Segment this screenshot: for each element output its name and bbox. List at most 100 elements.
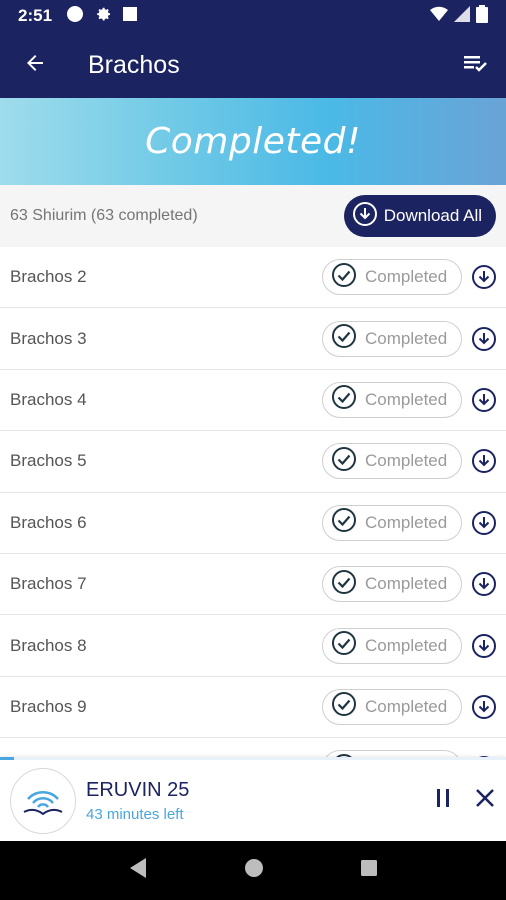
list-item[interactable]: Brachos 4 Completed [0, 370, 506, 432]
circle-icon [66, 5, 84, 28]
summary-row: 63 Shiurim (63 completed) Download All [0, 185, 506, 247]
item-title: Brachos 3 [10, 328, 87, 348]
check-circle-icon [331, 569, 357, 600]
summary-text: 63 Shiurim (63 completed) [10, 207, 198, 224]
download-circle-icon [472, 387, 496, 412]
download-button[interactable] [462, 448, 506, 474]
close-icon [476, 789, 494, 807]
wifi-icon [430, 6, 448, 27]
item-title: Brachos 5 [10, 451, 87, 471]
list-item[interactable]: Brachos 8 Completed [0, 615, 506, 677]
completed-banner: Completed! [0, 98, 506, 185]
check-circle-icon [331, 323, 357, 354]
download-circle-icon [472, 633, 496, 658]
completed-label: Completed [365, 328, 448, 348]
list-item[interactable]: Brachos 5 Completed [0, 431, 506, 493]
item-title: Brachos 7 [10, 574, 87, 594]
player-title: ERUVIN 25 [86, 778, 190, 801]
download-button[interactable] [462, 694, 506, 720]
download-circle-icon [472, 694, 496, 719]
download-circle-icon [472, 572, 496, 597]
broadcast-book-icon [23, 790, 63, 815]
download-button[interactable] [462, 633, 506, 659]
completed-label: Completed [365, 635, 448, 655]
download-all-label: Download All [383, 206, 482, 225]
player-time-left: 43 minutes left [86, 805, 184, 823]
check-circle-icon [331, 384, 357, 415]
completed-toggle[interactable]: Completed [322, 688, 462, 725]
completed-toggle[interactable]: Completed [322, 443, 462, 480]
list-item[interactable]: Brachos 6 Completed [0, 493, 506, 554]
app-bar: Brachos [0, 32, 506, 98]
back-button[interactable] [0, 32, 70, 98]
completed-toggle[interactable]: Completed [322, 504, 462, 541]
completed-toggle[interactable] [322, 750, 462, 757]
mini-player[interactable]: ERUVIN 25 43 minutes left [0, 757, 506, 841]
player-progress-bar [0, 757, 14, 760]
download-circle-icon [472, 510, 496, 535]
completed-label: Completed [365, 451, 448, 471]
download-circle-icon [472, 265, 496, 290]
check-circle-icon [331, 507, 357, 538]
download-button[interactable] [462, 326, 506, 352]
nav-recents-button[interactable] [360, 859, 378, 882]
list-item[interactable]: Brachos 9 Completed [0, 677, 506, 739]
download-circle-icon [472, 326, 496, 351]
item-title: Brachos 2 [10, 267, 87, 287]
item-title: Brachos 8 [10, 635, 87, 655]
completed-label: Completed [365, 696, 448, 716]
completed-toggle[interactable]: Completed [322, 320, 462, 357]
player-info: ERUVIN 25 43 minutes left [86, 779, 189, 823]
battery-icon [476, 4, 488, 28]
download-button[interactable] [462, 571, 506, 597]
download-circle-icon [352, 201, 378, 232]
download-button[interactable] [462, 510, 506, 536]
status-right-icons [430, 4, 488, 28]
triangle-back-icon [130, 858, 146, 878]
nav-home-button[interactable] [244, 858, 264, 883]
list-item[interactable]: Brachos 3 Completed [0, 308, 506, 370]
completed-toggle[interactable]: Completed [322, 566, 462, 603]
pause-icon [437, 789, 449, 807]
podcast-logo [10, 767, 76, 834]
shiurim-list: Brachos 2 Completed Brachos 3 Completed Brac… [0, 247, 506, 757]
signal-icon [454, 5, 470, 27]
system-nav-bar [0, 841, 506, 900]
nav-back-button[interactable] [128, 857, 148, 884]
player-controls [434, 787, 496, 814]
page-title: Brachos [88, 50, 180, 79]
item-title: Brachos 4 [10, 389, 87, 409]
playlist-check-icon [462, 51, 490, 80]
square-icon [122, 6, 138, 27]
playlist-check-button[interactable] [446, 32, 506, 98]
download-circle-icon [472, 449, 496, 474]
completed-label: Completed [365, 574, 448, 594]
check-circle-icon [331, 446, 357, 477]
list-item[interactable] [0, 738, 506, 757]
download-button[interactable] [462, 387, 506, 413]
check-circle-icon [331, 630, 357, 661]
completed-toggle[interactable]: Completed [322, 627, 462, 664]
check-circle-icon [331, 262, 357, 293]
status-bar: 2:51 [0, 0, 506, 32]
completed-toggle[interactable]: Completed [322, 259, 462, 296]
list-item[interactable]: Brachos 2 Completed [0, 247, 506, 309]
completed-label: Completed [365, 512, 448, 532]
completed-toggle[interactable]: Completed [322, 381, 462, 418]
square-recents-icon [361, 860, 377, 876]
list-item[interactable]: Brachos 7 Completed [0, 554, 506, 616]
pause-button[interactable] [434, 787, 454, 814]
banner-text: Completed! [145, 121, 361, 162]
completed-label: Completed [365, 267, 448, 287]
completed-label: Completed [365, 389, 448, 409]
download-button[interactable] [462, 264, 506, 290]
status-left-icons [66, 5, 138, 28]
item-title: Brachos 9 [10, 696, 87, 716]
arrow-left-icon [23, 51, 47, 80]
gear-icon [94, 5, 112, 28]
status-time: 2:51 [18, 6, 53, 25]
download-all-button[interactable]: Download All [343, 195, 496, 237]
circle-home-icon [245, 859, 263, 877]
close-button[interactable] [474, 787, 496, 814]
item-title: Brachos 6 [10, 512, 87, 532]
